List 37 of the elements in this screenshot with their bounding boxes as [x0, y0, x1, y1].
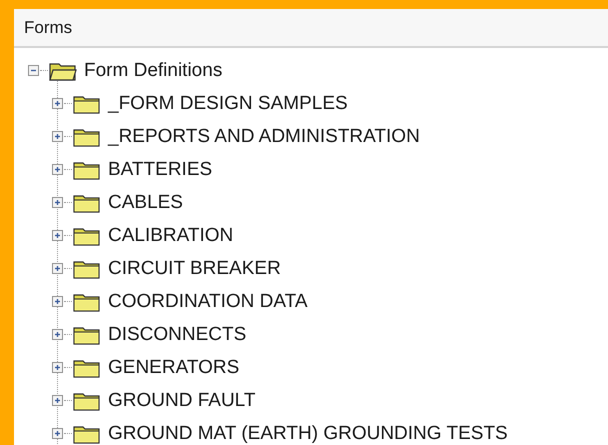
- tree-item[interactable]: GROUND MAT (EARTH) GROUNDING TESTS: [108, 422, 508, 444]
- tree-item[interactable]: COORDINATION DATA: [108, 290, 308, 312]
- tree-item[interactable]: GENERATORS: [108, 356, 240, 378]
- open-folder-icon: [49, 60, 77, 80]
- toggle-button[interactable]: [52, 230, 63, 241]
- folder-icon: [73, 126, 101, 146]
- tree-item[interactable]: _FORM DESIGN SAMPLES: [108, 92, 348, 114]
- toggle-button[interactable]: [52, 131, 63, 142]
- folder-icon: [73, 424, 101, 444]
- toggle-button[interactable]: [52, 164, 63, 175]
- toggle-button[interactable]: [52, 263, 63, 274]
- folder-icon: [73, 324, 101, 344]
- toggle-button[interactable]: [52, 395, 63, 406]
- toggle-button[interactable]: [52, 329, 63, 340]
- toggle-button[interactable]: [28, 65, 39, 76]
- tree-item[interactable]: CABLES: [108, 192, 183, 214]
- folder-icon: [73, 226, 101, 246]
- folder-icon: [73, 258, 101, 278]
- toggle-button[interactable]: [52, 428, 63, 439]
- tree-item[interactable]: DISCONNECTS: [108, 324, 246, 346]
- tree-item[interactable]: _REPORTS AND ADMINISTRATION: [108, 126, 420, 148]
- folder-icon: [73, 292, 101, 312]
- toggle-button[interactable]: [52, 98, 63, 109]
- toggle-button[interactable]: [52, 197, 63, 208]
- tree-item[interactable]: GROUND FAULT: [108, 390, 256, 412]
- folder-icon: [73, 192, 101, 212]
- tree-item[interactable]: Form Definitions: [84, 60, 222, 82]
- tree-item[interactable]: CALIBRATION: [108, 224, 234, 246]
- folder-icon: [73, 160, 101, 180]
- folder-icon: [73, 390, 101, 410]
- tree-item[interactable]: CIRCUIT BREAKER: [108, 258, 281, 280]
- panel-title: Forms: [14, 9, 608, 48]
- toggle-button[interactable]: [52, 362, 63, 373]
- folder-icon: [73, 94, 101, 114]
- tree-item[interactable]: BATTERIES: [108, 158, 212, 180]
- folder-icon: [73, 358, 101, 378]
- toggle-button[interactable]: [52, 296, 63, 307]
